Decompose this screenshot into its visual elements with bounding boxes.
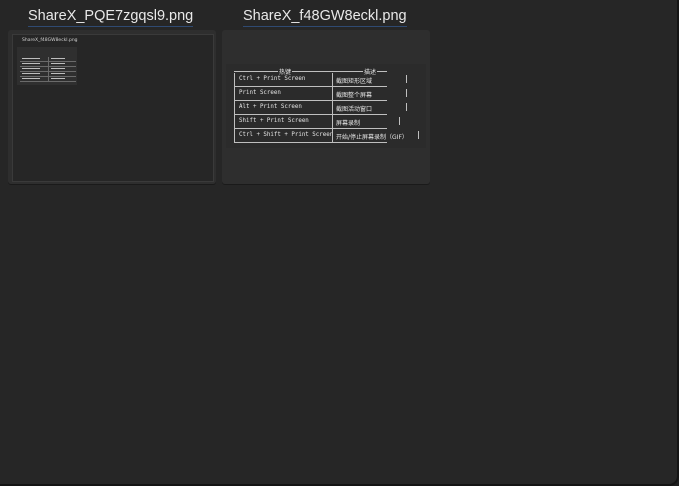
image-thumbnail[interactable]: ShareX_f48GW8eckl.png bbox=[8, 30, 216, 184]
border-fragment bbox=[406, 103, 407, 111]
hotkey-table-image: 热键 描述 Ctrl + Print Screen 截图矩形区域 Print S… bbox=[226, 64, 426, 148]
description-cell: 截图整个屏幕 bbox=[336, 92, 373, 99]
thumbnail-filename[interactable]: ShareX_f48GW8eckl.png bbox=[243, 8, 407, 27]
hotkey-cell: Ctrl + Print Screen bbox=[239, 76, 306, 82]
description-cell: 截图矩形区域 bbox=[336, 78, 373, 85]
hotkey-cell: Print Screen bbox=[239, 90, 281, 96]
border-fragment bbox=[406, 89, 407, 97]
hotkey-cell: Shift + Print Screen bbox=[239, 118, 309, 124]
table-row: Print Screen 截图整个屏幕 bbox=[234, 87, 407, 101]
table-row: Alt + Print Screen 截图活动窗口 bbox=[234, 101, 407, 115]
column-divider bbox=[332, 73, 333, 86]
table-row: Ctrl + Shift + Print Screen 开始/停止屏幕录制（GI… bbox=[234, 129, 419, 143]
filename-underline bbox=[28, 26, 194, 27]
column-divider bbox=[332, 115, 333, 128]
nested-table-preview bbox=[20, 57, 76, 82]
hotkey-cell: Alt + Print Screen bbox=[239, 104, 302, 110]
description-cell: 开始/停止屏幕录制（GIF） bbox=[336, 134, 408, 141]
image-gallery-window: ShareX_PQE7zgqsl9.png ShareX_f48GW8eckl.… bbox=[0, 0, 679, 486]
description-cell: 屏幕录制 bbox=[336, 120, 361, 127]
border-fragment bbox=[399, 117, 400, 125]
filename-text: ShareX_PQE7zgqsl9.png bbox=[28, 8, 194, 24]
filename-text: ShareX_f48GW8eckl.png bbox=[243, 8, 407, 24]
border-fragment bbox=[418, 131, 419, 139]
column-divider bbox=[332, 101, 333, 114]
column-divider bbox=[332, 87, 333, 100]
table-row: Shift + Print Screen 屏幕录制 bbox=[234, 115, 400, 129]
nested-screenshot: ShareX_f48GW8eckl.png bbox=[12, 34, 214, 182]
nested-table-row bbox=[20, 77, 76, 82]
table-row: Ctrl + Print Screen 截图矩形区域 bbox=[234, 73, 407, 87]
nested-filename: ShareX_f48GW8eckl.png bbox=[22, 38, 78, 43]
thumbnail-filename[interactable]: ShareX_PQE7zgqsl9.png bbox=[28, 8, 194, 27]
nested-thumbnail bbox=[17, 47, 77, 85]
filename-underline bbox=[243, 26, 407, 27]
description-cell: 截图活动窗口 bbox=[336, 106, 373, 113]
column-divider bbox=[332, 129, 333, 142]
hotkey-cell: Ctrl + Shift + Print Screen bbox=[239, 132, 334, 138]
image-thumbnail[interactable]: 热键 描述 Ctrl + Print Screen 截图矩形区域 Print S… bbox=[222, 30, 430, 184]
hotkey-table: 热键 描述 Ctrl + Print Screen 截图矩形区域 Print S… bbox=[234, 67, 419, 143]
border-fragment bbox=[406, 75, 407, 83]
